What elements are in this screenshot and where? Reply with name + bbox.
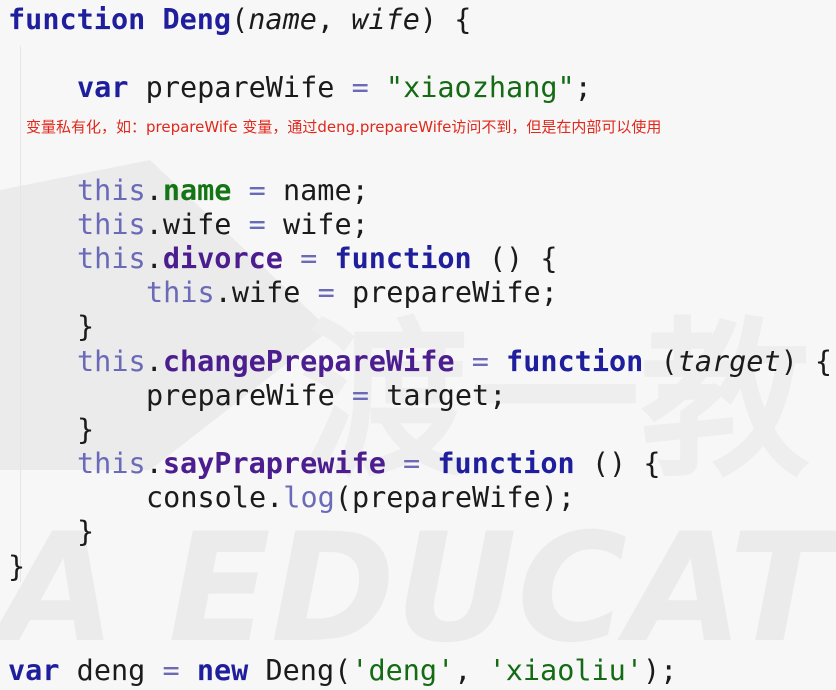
token-punct: (	[231, 3, 249, 36]
token-punct: .	[145, 345, 163, 378]
token-this: this	[77, 447, 146, 480]
code-line-this-name: this.name = name;	[77, 174, 369, 208]
token-operator: =	[403, 447, 421, 480]
code-line-close-brace: }	[77, 413, 94, 447]
token-operator: =	[351, 379, 370, 412]
code-line-var-deng: var deng = new Deng('deng', 'xiaoliu');	[8, 654, 677, 688]
token-property: name	[162, 174, 232, 207]
token-operator: =	[162, 654, 180, 687]
token-punct: .	[145, 242, 163, 275]
token-this: this	[77, 242, 146, 275]
watermark-educat-text: A EDUCAT	[0, 502, 836, 676]
indent-guide	[20, 46, 21, 582]
code-line-close-brace: }	[77, 310, 94, 344]
token-identifier: prepareWife	[351, 276, 541, 309]
code-line-this-wife: this.wife = wife;	[77, 208, 369, 242]
token-punct: .	[145, 174, 163, 207]
token-punct: .	[266, 481, 284, 514]
token-punct: }	[77, 413, 95, 446]
token-punct: (	[334, 481, 352, 514]
token-punct: );	[643, 654, 678, 687]
token-method: log	[283, 481, 335, 514]
token-punct: }	[8, 550, 26, 583]
token-punct: .	[214, 276, 232, 309]
token-string: 'xiaoliu'	[488, 654, 643, 687]
token-property: divorce	[162, 242, 283, 275]
code-line-this-say: this.sayPraprewife = function () {	[77, 447, 660, 481]
code-line-console-log: console.log(prepareWife);	[146, 481, 575, 515]
code-line-1: function Deng(name, wife) {	[8, 3, 471, 37]
token-punct: (	[334, 654, 352, 687]
token-this: this	[77, 208, 146, 241]
code-line-assign-target: prepareWife = target;	[146, 379, 506, 413]
token-operator: =	[317, 276, 335, 309]
token-keyword: function	[334, 242, 472, 275]
token-this: this	[146, 276, 215, 309]
token-punct: ;	[351, 208, 369, 241]
token-punct: ;	[351, 174, 369, 207]
token-identifier: wife	[282, 208, 352, 241]
code-line-close-fn: }	[8, 550, 25, 584]
token-punct: .	[145, 208, 163, 241]
token-punct: }	[77, 515, 95, 548]
token-identifier: name	[282, 174, 352, 207]
token-keyword: new	[196, 654, 249, 687]
token-function-name: Deng	[162, 3, 232, 36]
token-this: this	[77, 174, 146, 207]
token-punct: ) {	[419, 3, 472, 36]
token-identifier: prepareWife	[146, 379, 335, 412]
token-keyword: function	[8, 3, 146, 36]
code-editor[interactable]: A EDUCAT 渡一教 function Deng(name, wife) {…	[0, 0, 836, 690]
code-line-assign-wife: this.wife = prepareWife;	[146, 276, 558, 310]
token-operator: =	[471, 345, 489, 378]
token-this: this	[77, 345, 146, 378]
token-punct: );	[540, 481, 576, 514]
code-line-this-divorce: this.divorce = function () {	[77, 242, 558, 276]
token-punct: () {	[591, 447, 661, 480]
token-punct: (	[660, 345, 678, 378]
token-param: wife	[351, 3, 420, 36]
token-punct: () {	[488, 242, 558, 275]
token-keyword: function	[437, 447, 575, 480]
annotation-note: 变量私有化，如：prepareWife 变量，通过deng.prepareWif…	[26, 118, 662, 136]
token-property: changePrepareWife	[162, 345, 455, 378]
token-property: wife	[231, 276, 301, 309]
token-punct: ,	[454, 654, 489, 687]
token-property: sayPraprewife	[162, 447, 386, 480]
token-identifier: target	[386, 379, 490, 412]
token-property: wife	[162, 208, 232, 241]
token-punct: ;	[574, 71, 592, 104]
token-param: name	[248, 3, 317, 36]
token-identifier: console	[146, 481, 267, 514]
token-punct: }	[77, 310, 95, 343]
token-punct: .	[145, 447, 163, 480]
token-punct: ,	[316, 3, 352, 36]
token-operator: =	[248, 208, 266, 241]
token-identifier: prepareWife	[351, 481, 541, 514]
token-string: 'deng'	[351, 654, 455, 687]
token-keyword: function	[506, 345, 644, 378]
code-line-close-brace: }	[77, 515, 94, 549]
token-identifier: prepareWife	[145, 71, 335, 104]
code-line-var-prepare: var prepareWife = "xiaozhang";	[77, 71, 592, 105]
token-operator: =	[248, 174, 266, 207]
token-keyword: var	[8, 654, 60, 687]
token-param: target	[677, 345, 781, 378]
token-punct: ;	[489, 379, 507, 412]
token-operator: =	[351, 71, 369, 104]
token-keyword: var	[77, 71, 129, 104]
token-punct: ) {	[780, 345, 833, 378]
code-line-this-change: this.changePrepareWife = function (targe…	[77, 345, 832, 379]
token-string: "xiaozhang"	[385, 71, 575, 104]
token-constructor: Deng	[265, 654, 335, 687]
token-identifier: deng	[76, 654, 146, 687]
token-punct: ;	[540, 276, 558, 309]
token-operator: =	[300, 242, 318, 275]
